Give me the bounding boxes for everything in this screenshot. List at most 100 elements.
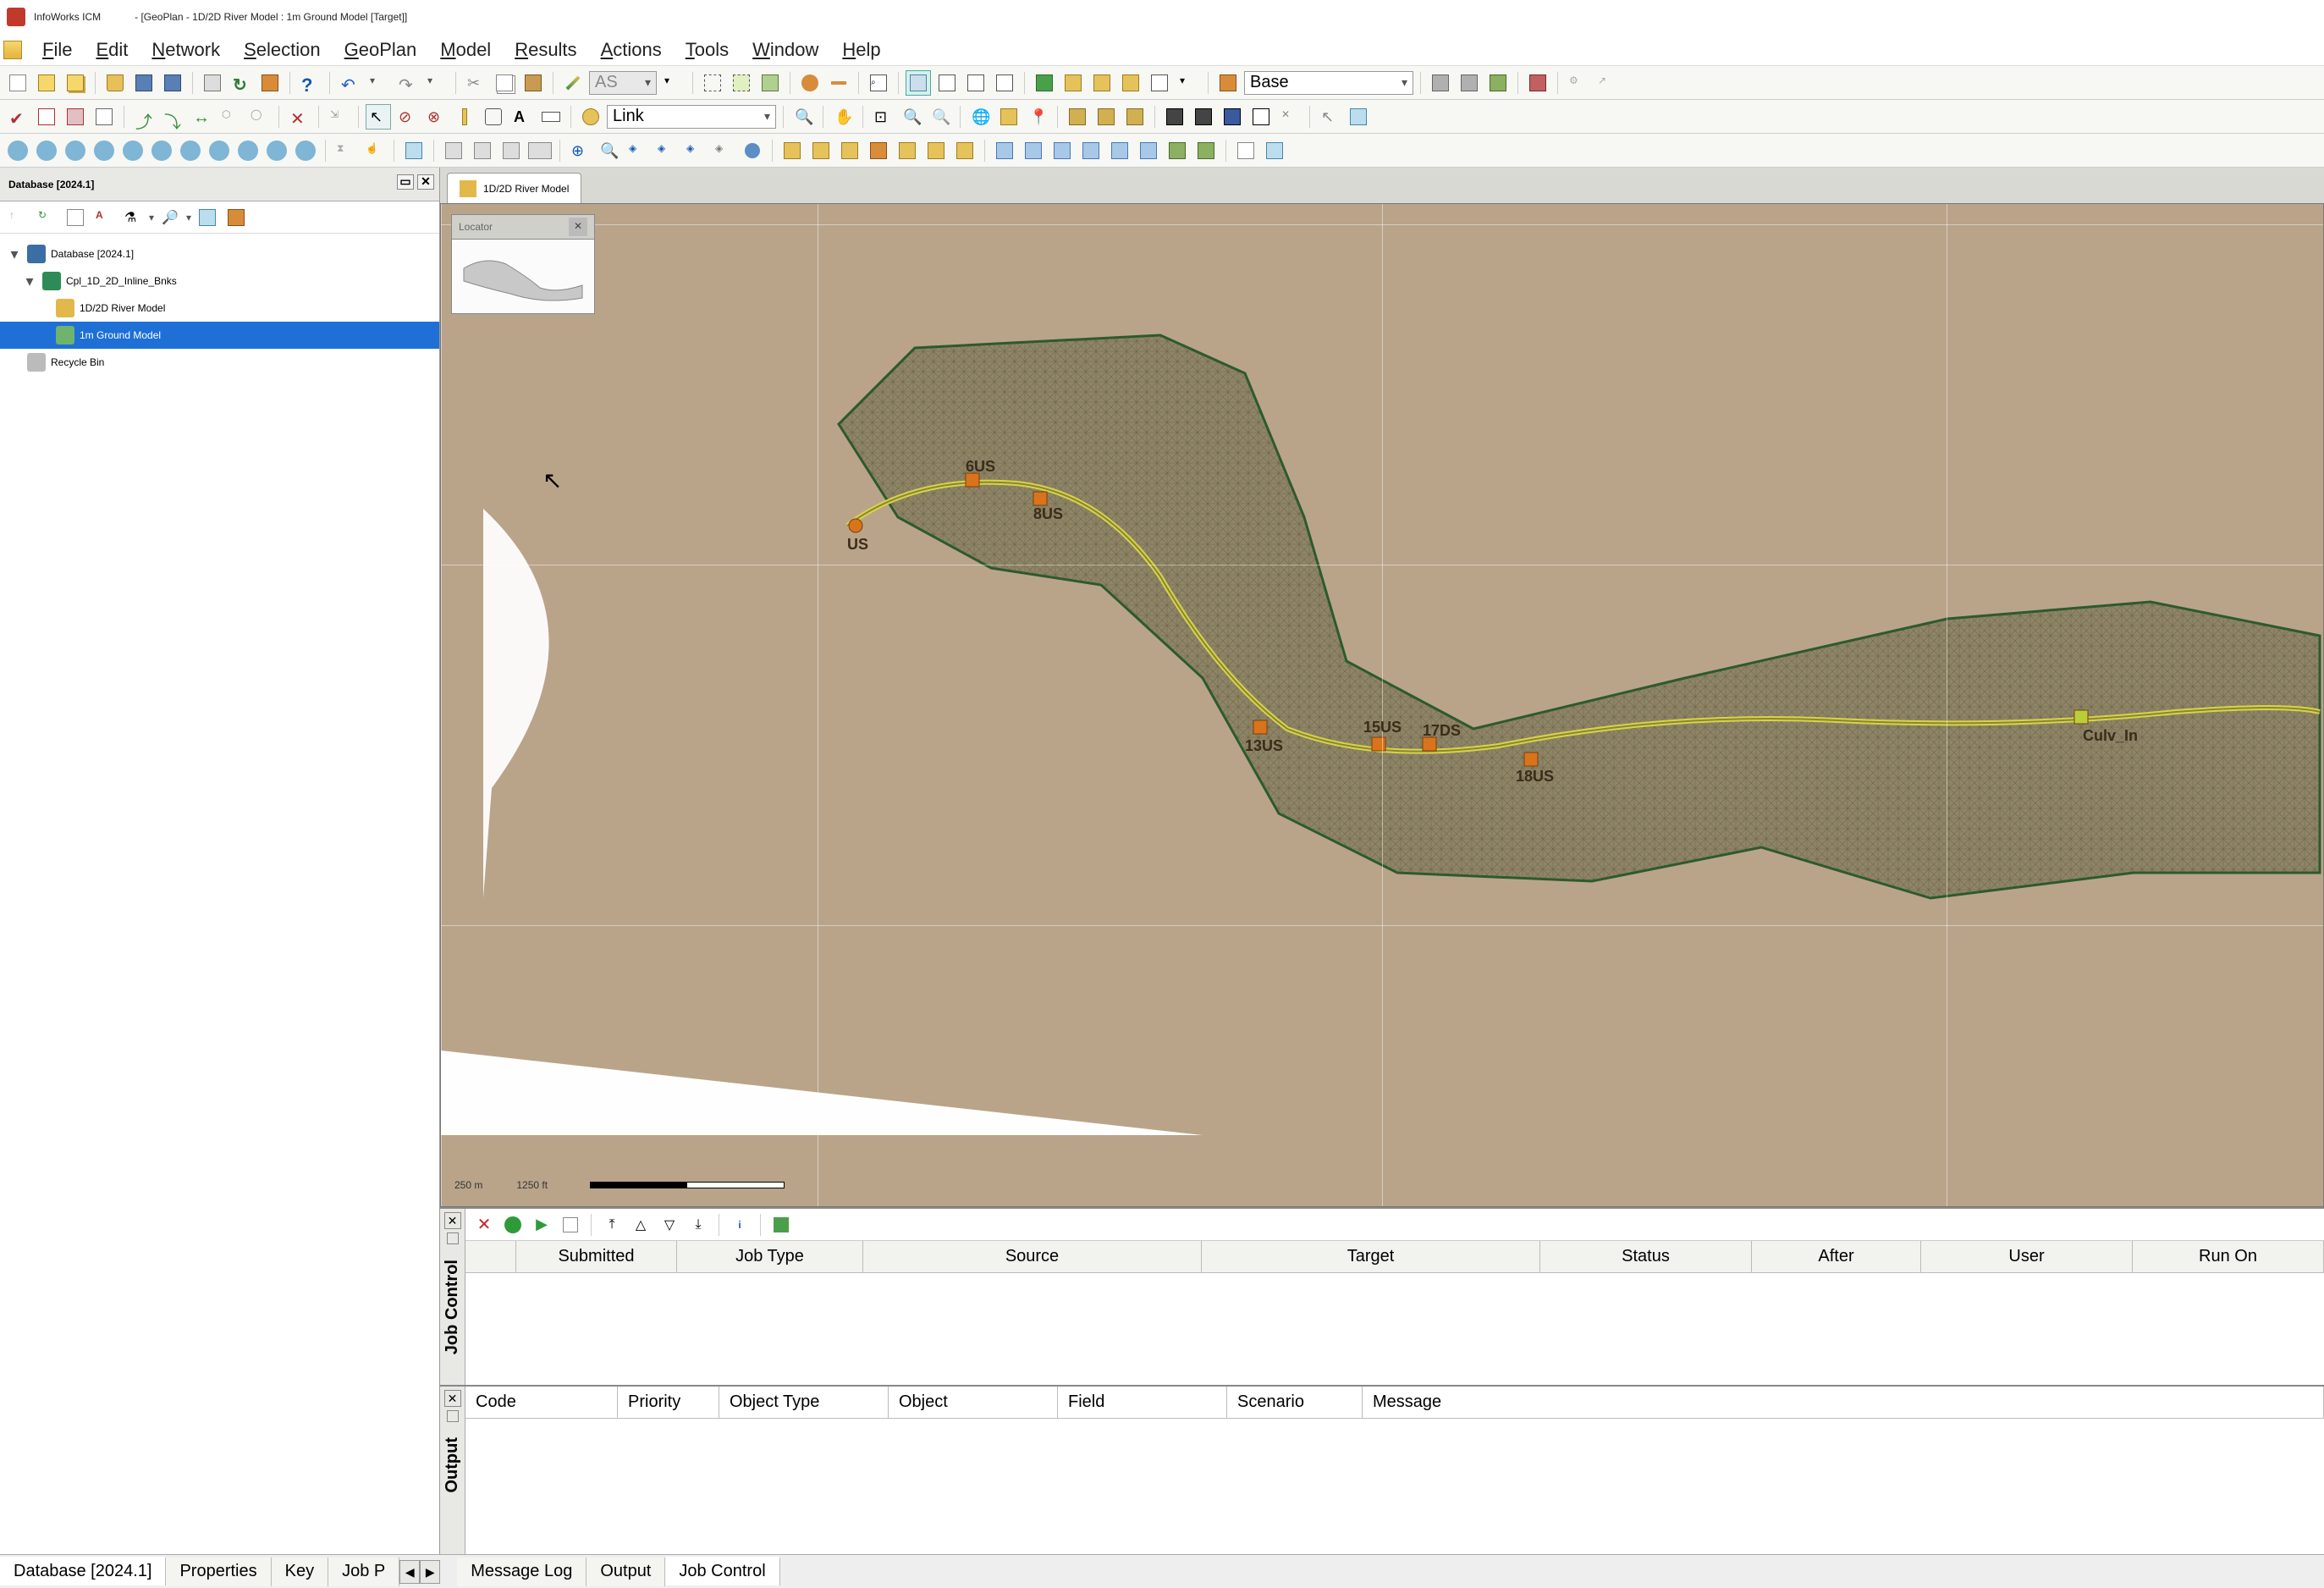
- obj-c-icon[interactable]: [837, 138, 862, 163]
- panel-close-icon[interactable]: ✕: [444, 1212, 461, 1229]
- menu-tools[interactable]: Tools: [674, 36, 741, 64]
- tab-database[interactable]: Database [2024.1]: [0, 1557, 166, 1585]
- db-find-icon[interactable]: 🔎: [157, 205, 183, 230]
- play-record-icon[interactable]: [264, 138, 289, 163]
- nav-b-icon[interactable]: ◈: [653, 138, 679, 163]
- globe-icon[interactable]: 🌐: [967, 104, 993, 130]
- menu-file[interactable]: File: [30, 36, 84, 64]
- job-control-rows[interactable]: [465, 1273, 2324, 1385]
- panel-autohide-icon[interactable]: ▭: [397, 174, 414, 190]
- label-icon[interactable]: [538, 104, 564, 130]
- help-icon[interactable]: ?: [297, 70, 322, 96]
- theme-e-icon[interactable]: ✕: [1277, 104, 1302, 130]
- play-last-icon[interactable]: [207, 138, 232, 163]
- db-back-icon[interactable]: ↑: [5, 205, 30, 230]
- layer-toggle-icon[interactable]: [906, 70, 931, 96]
- out-col-scenario[interactable]: Scenario: [1227, 1387, 1363, 1418]
- jc-bottom-icon[interactable]: ⤓: [686, 1213, 710, 1237]
- nav-a-icon[interactable]: ◈: [625, 138, 650, 163]
- stack-icon[interactable]: [63, 70, 88, 96]
- database-tree[interactable]: ▾ Database [2024.1] ▾ Cpl_1D_2D_Inline_B…: [0, 234, 439, 1554]
- mesh-view-b-icon[interactable]: [1093, 104, 1119, 130]
- trace-down-icon[interactable]: ⤵: [160, 104, 185, 130]
- out-col-message[interactable]: Message: [1363, 1387, 2324, 1418]
- tab-scroll-left-icon[interactable]: ◀: [399, 1560, 420, 1584]
- network-add-icon[interactable]: [257, 70, 283, 96]
- tab-job-control[interactable]: Job Control: [665, 1557, 779, 1585]
- locator-body[interactable]: [451, 240, 595, 314]
- play-step-fwd-icon[interactable]: [149, 138, 174, 163]
- geoplan-map[interactable]: US 6US 8US 13US 15US 17DS 18US Culv_In L…: [440, 203, 2324, 1207]
- window-tool-icon[interactable]: [1346, 104, 1371, 130]
- mesh-icon[interactable]: [1060, 70, 1086, 96]
- expand-icon[interactable]: ▾: [22, 273, 37, 290]
- run-sim-icon[interactable]: [1032, 70, 1057, 96]
- db-filter-icon[interactable]: ⚗: [120, 205, 146, 230]
- menu-actions[interactable]: Actions: [589, 36, 674, 64]
- db-sort-icon[interactable]: A: [91, 205, 117, 230]
- tab-output[interactable]: Output: [587, 1558, 665, 1586]
- group-icon[interactable]: [34, 70, 59, 96]
- mesh-view-a-icon[interactable]: [1065, 104, 1090, 130]
- menu-selection[interactable]: Selection: [232, 36, 333, 64]
- jc-col-user[interactable]: User: [1921, 1241, 2133, 1272]
- tree-ground-model[interactable]: 1m Ground Model: [0, 322, 439, 349]
- align-right-icon[interactable]: [498, 138, 524, 163]
- redo-dropdown-icon[interactable]: ▾: [423, 70, 449, 96]
- select-invert-icon[interactable]: ⊗: [423, 104, 449, 130]
- commit-icon[interactable]: ⇲: [326, 104, 351, 130]
- flag-combo[interactable]: AS: [589, 71, 657, 95]
- node-edit-icon[interactable]: [797, 70, 823, 96]
- jc-window-icon[interactable]: [559, 1213, 582, 1237]
- play-play-icon[interactable]: [120, 138, 146, 163]
- select-fence-icon[interactable]: [729, 70, 754, 96]
- theme-c-icon[interactable]: [1220, 104, 1245, 130]
- pointer-icon[interactable]: ↖: [366, 104, 391, 130]
- obj-f-icon[interactable]: [923, 138, 949, 163]
- tab-properties[interactable]: Properties: [166, 1558, 271, 1586]
- theme-a-icon[interactable]: [1162, 104, 1187, 130]
- map-h-icon[interactable]: [1193, 138, 1219, 163]
- validate-table-icon[interactable]: [91, 104, 117, 130]
- map-g-icon[interactable]: [1165, 138, 1190, 163]
- map-d-icon[interactable]: [1078, 138, 1104, 163]
- trace-up-icon[interactable]: ⤴: [131, 104, 157, 130]
- jc-info-icon[interactable]: i: [728, 1213, 752, 1237]
- db-list-icon[interactable]: [63, 205, 88, 230]
- jc-top-icon[interactable]: ⤒: [600, 1213, 624, 1237]
- map-c-icon[interactable]: [1049, 138, 1075, 163]
- area-icon[interactable]: [481, 104, 506, 130]
- jc-corner[interactable]: [465, 1241, 516, 1272]
- tree-recycle-bin[interactable]: Recycle Bin: [0, 349, 439, 376]
- map-a-icon[interactable]: [992, 138, 1017, 163]
- refresh-icon[interactable]: ↻: [229, 70, 254, 96]
- validate-list-icon[interactable]: [34, 104, 59, 130]
- map-e-icon[interactable]: [1107, 138, 1132, 163]
- layers-icon[interactable]: [1118, 70, 1143, 96]
- tree-root[interactable]: ▾ Database [2024.1]: [0, 240, 439, 267]
- theme-d-icon[interactable]: [1248, 104, 1274, 130]
- tools-b-icon[interactable]: [1457, 70, 1482, 96]
- flag-dropdown-icon[interactable]: ▾: [660, 70, 686, 96]
- window-a-icon[interactable]: [401, 138, 427, 163]
- select-clear-icon[interactable]: ⊘: [394, 104, 420, 130]
- text-icon[interactable]: A: [509, 104, 535, 130]
- jc-col-target[interactable]: Target: [1202, 1241, 1540, 1272]
- menu-results[interactable]: Results: [503, 36, 588, 64]
- table-dropdown-icon[interactable]: ▾: [1176, 70, 1201, 96]
- undo-icon[interactable]: ↶: [337, 70, 362, 96]
- arrow-tool-icon[interactable]: ↖: [1317, 104, 1342, 130]
- menu-model[interactable]: Model: [428, 36, 503, 64]
- redo-icon[interactable]: ↷: [394, 70, 420, 96]
- jc-col-jobtype[interactable]: Job Type: [677, 1241, 863, 1272]
- out-col-code[interactable]: Code: [465, 1387, 618, 1418]
- obj-d-icon[interactable]: [866, 138, 891, 163]
- goto-icon[interactable]: 📍: [1025, 104, 1050, 130]
- play-end-icon[interactable]: [293, 138, 318, 163]
- win-b-icon[interactable]: [1262, 138, 1287, 163]
- map-b-icon[interactable]: [1021, 138, 1046, 163]
- trace-net-icon[interactable]: ⬡: [218, 104, 243, 130]
- menu-edit[interactable]: Edit: [84, 36, 140, 64]
- table-icon[interactable]: [1147, 70, 1172, 96]
- print-icon[interactable]: [200, 70, 225, 96]
